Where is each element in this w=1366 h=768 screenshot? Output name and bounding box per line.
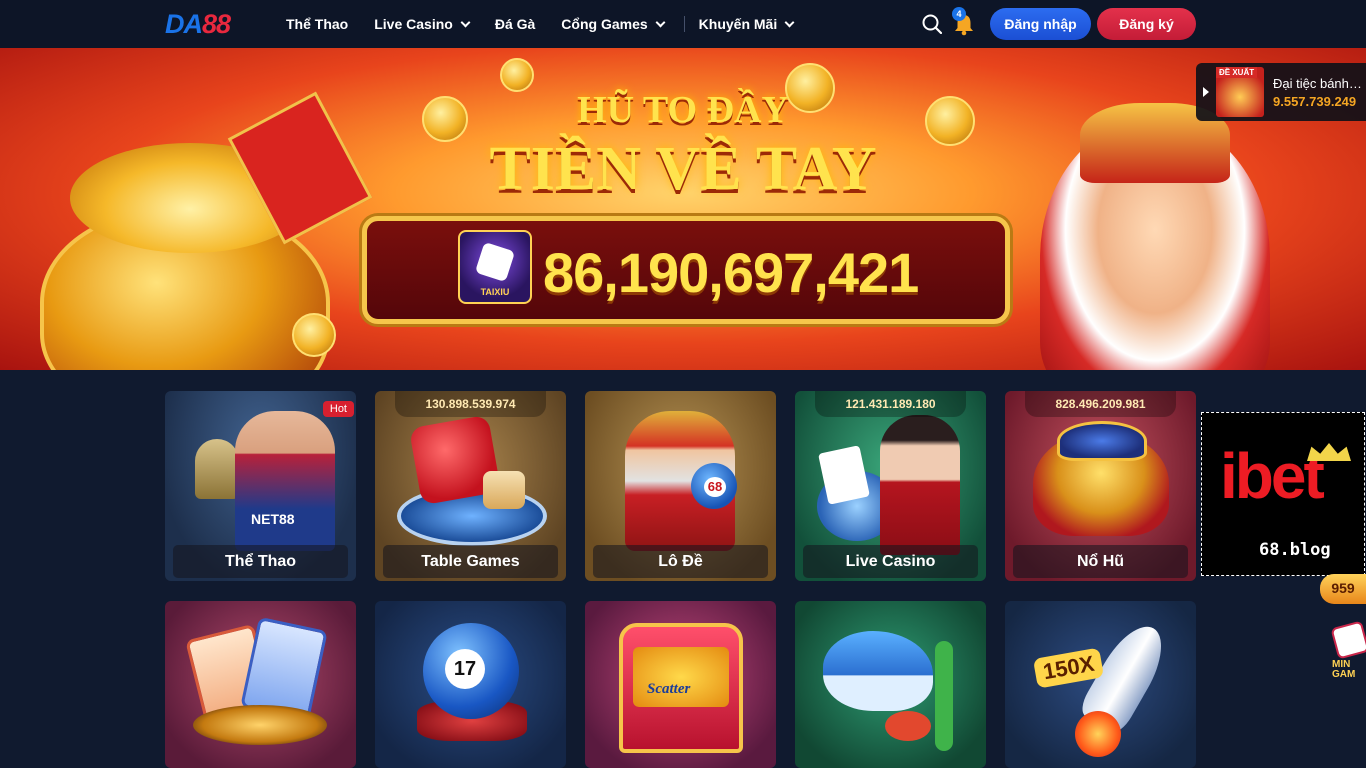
lottery-ball-number: 68	[704, 477, 726, 497]
pot-lid-image	[1057, 421, 1147, 461]
mini-game-button[interactable]: MIN GAM	[1330, 620, 1366, 680]
game-card-live-casino[interactable]: 121.431.189.180 Live Casino	[795, 391, 986, 581]
chevron-down-icon	[784, 17, 795, 27]
promo-title: Đại tiệc bánh ...	[1273, 76, 1363, 91]
game-card-label: Live Casino	[803, 545, 978, 578]
player-image	[235, 411, 335, 551]
nav-item-label: Thể Thao	[286, 16, 349, 32]
lottery-ball-number: 17	[445, 649, 485, 689]
mini-game-label: MIN GAM	[1332, 660, 1355, 680]
round-stand-image	[193, 705, 327, 745]
game-card-lo-de[interactable]: 68 Lô Đề	[585, 391, 776, 581]
dice-icon	[1330, 620, 1366, 660]
game-card-lottery[interactable]: 17	[375, 601, 566, 768]
register-button[interactable]: Đăng ký	[1097, 8, 1196, 40]
nav-divider	[683, 16, 685, 32]
nav-item-da-ga[interactable]: Đá Gà	[495, 16, 535, 32]
logo-da: DA	[165, 9, 203, 39]
game-card-label: Lô Đề	[593, 545, 768, 578]
coin-image	[292, 313, 336, 357]
jackpot-amount-tab: 121.431.189.180	[815, 391, 966, 417]
game-card-slots[interactable]: Scatter	[585, 601, 776, 768]
top-header: DA88 Thể Thao Live Casino Đá Gà Cổng Gam…	[0, 0, 1366, 48]
game-card-crash[interactable]: 150X	[1005, 601, 1196, 768]
banner-headline-top: HŨ TO ĐẦY	[577, 89, 789, 131]
dice-icon	[474, 241, 516, 283]
taixiu-game-logo: TAIXIU	[458, 230, 532, 304]
jersey-sponsor-text: NET88	[251, 511, 295, 527]
ibet-logo: ibet	[1220, 440, 1325, 512]
hot-badge: Hot	[322, 401, 354, 417]
game-card-label: Thể Thao	[173, 545, 348, 578]
nav-item-khuyen-mai[interactable]: Khuyến Mãi	[698, 16, 795, 32]
dealer-image	[880, 415, 960, 555]
play-icon[interactable]	[1203, 87, 1209, 97]
seaweed-image	[935, 641, 953, 751]
promo-tag: ĐỀ XUẤT	[1216, 67, 1258, 78]
game-card-table-games[interactable]: 130.898.539.974 Table Games	[375, 391, 566, 581]
jackpot-amount-tab: 130.898.539.974	[395, 391, 546, 417]
crab-image	[885, 711, 931, 741]
game-card-card-games[interactable]	[165, 601, 356, 768]
site-logo[interactable]: DA88	[165, 9, 231, 40]
ibet-domain: 68.blog	[1259, 540, 1331, 560]
nav-item-label: Cổng Games	[561, 16, 648, 32]
banner-headline-main: TIỀN VỀ TAY	[489, 135, 877, 203]
featured-promo-popup[interactable]: ĐỀ XUẤT Đại tiệc bánh ... 9.557.739.249	[1196, 63, 1366, 121]
game-card-no-hu[interactable]: 828.496.209.981 Nổ Hũ	[1005, 391, 1196, 581]
game-card-the-thao[interactable]: NET88 Hot Thể Thao	[165, 391, 356, 581]
nav-item-label: Live Casino	[374, 16, 453, 32]
hero-banner[interactable]: HŨ TO ĐẦY TIỀN VỀ TAY TAIXIU 86,190,697,…	[0, 48, 1366, 370]
taixiu-logo-text: TAIXIU	[480, 287, 510, 297]
jackpot-amount-tab: 828.496.209.981	[1025, 391, 1176, 417]
promo-amount: 9.557.739.249	[1273, 94, 1357, 109]
game-card-label: Table Games	[383, 545, 558, 578]
jackpot-amount: 86,190,697,421	[543, 241, 919, 304]
main-nav: Thể Thao Live Casino Đá Gà Cổng Games Kh…	[286, 0, 819, 48]
login-button[interactable]: Đăng nhập	[990, 8, 1091, 40]
search-icon[interactable]	[922, 14, 942, 34]
trophy-image	[195, 439, 239, 499]
coin-image	[500, 58, 534, 92]
nav-item-label: Khuyến Mãi	[698, 16, 778, 32]
chevron-down-icon	[655, 17, 666, 27]
nav-item-cong-games[interactable]: Cổng Games	[561, 16, 666, 32]
scatter-text: Scatter	[647, 681, 691, 697]
game-card-label: Nổ Hũ	[1013, 545, 1188, 578]
chevron-down-icon	[460, 17, 471, 27]
game-card-fishing[interactable]	[795, 601, 986, 768]
nav-item-live-casino[interactable]: Live Casino	[374, 16, 471, 32]
slot-screen-image	[633, 647, 729, 707]
chip-box-image	[483, 471, 525, 509]
nav-item-the-thao[interactable]: Thể Thao	[286, 16, 348, 32]
nav-item-label: Đá Gà	[494, 16, 536, 32]
rocket-flame-image	[1075, 711, 1121, 757]
mini-game-line2: GAM	[1332, 669, 1356, 680]
notification-count-badge: 4	[952, 7, 966, 21]
ibet-side-ad[interactable]: ibet 68.blog	[1201, 412, 1365, 576]
logo-88: 88	[202, 9, 231, 39]
floating-jackpot-badge[interactable]: 959	[1320, 574, 1366, 604]
